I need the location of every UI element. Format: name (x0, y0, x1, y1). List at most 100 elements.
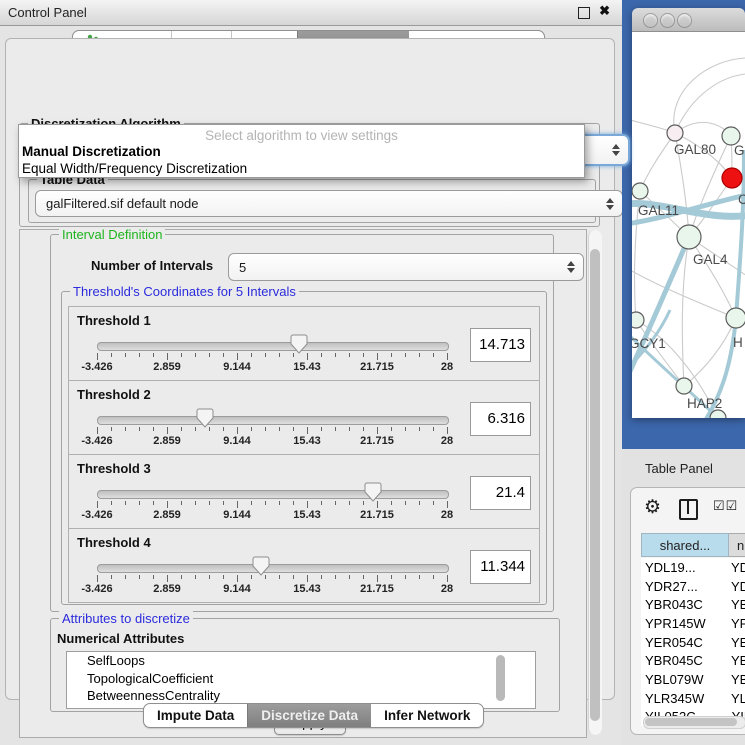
tick-mark (419, 501, 420, 505)
network-node-h[interactable] (726, 308, 745, 328)
threshold-value-field[interactable]: 14.713 (470, 328, 531, 362)
scale-label: -3.426 (81, 583, 112, 595)
tab-discretize-data[interactable]: Discretize Data (247, 704, 371, 727)
zoom-traffic-light[interactable] (677, 13, 692, 28)
table-row[interactable]: YDL19...YDL1... (641, 558, 745, 577)
dropdown-option-manual[interactable]: Manual Discretization (19, 144, 584, 161)
slider-ticks (97, 501, 447, 509)
table-row[interactable]: YPR145WYPR1... (641, 614, 745, 633)
cell-name: YDL1... (731, 560, 745, 575)
table-row[interactable]: YBR045CYBR0... (641, 651, 745, 670)
network-node-label: GAL11 (638, 203, 679, 218)
tick-mark (321, 353, 322, 357)
network-canvas[interactable]: GAL80GCGAL11GAL4HGCY1HAP2 (632, 32, 745, 418)
close-icon[interactable]: ✖ (599, 3, 610, 19)
dropdown-option-equal[interactable]: Equal Width/Frequency Discretization (19, 161, 584, 178)
table-row[interactable]: YLR345WYLR3... (641, 689, 745, 708)
tab-label: Infer Network (384, 708, 470, 723)
network-window-titlebar (632, 8, 745, 32)
checkboxes-icon[interactable]: ☑☑ (713, 498, 738, 514)
scale-label: 28 (441, 583, 453, 595)
table-hscrollbar-thumb[interactable] (645, 718, 737, 726)
split-columns-icon[interactable] (679, 499, 698, 520)
minimize-traffic-light[interactable] (660, 13, 675, 28)
network-node-gal4[interactable] (677, 225, 701, 249)
tick-mark (405, 501, 406, 505)
attribute-item[interactable]: SelfLoops (67, 652, 535, 670)
tick-mark (209, 353, 210, 357)
tick-mark (153, 575, 154, 579)
network-node-gal11[interactable] (632, 183, 648, 199)
slider-track[interactable] (97, 416, 449, 425)
threshold-label: Threshold 2 (77, 387, 151, 402)
column-header-1[interactable]: shared... (641, 533, 729, 557)
scale-label: -3.426 (81, 361, 112, 373)
attribute-item[interactable]: BetweennessCentrality (67, 687, 535, 705)
table-row[interactable]: YBL079WYBL0... (641, 670, 745, 689)
numerical-attributes-label: Numerical Attributes (57, 631, 184, 646)
viewport-scrollbar-thumb[interactable] (590, 249, 600, 721)
slider-track[interactable] (97, 342, 449, 351)
tick-mark (335, 575, 336, 579)
table-rows: YDL19...YDL1...YDR27...YDR2...YBR043CYBR… (641, 558, 745, 726)
slider-track[interactable] (97, 490, 449, 499)
threshold-4-box: Threshold 4-3.4262.8599.14415.4321.71528… (68, 528, 540, 603)
attribute-item[interactable]: TopologicalCoefficient (67, 670, 535, 688)
tick-mark (447, 353, 448, 360)
threshold-value-field[interactable]: 21.4 (470, 476, 531, 510)
table-row[interactable]: YDR27...YDR2... (641, 577, 745, 596)
slider-handle[interactable] (196, 408, 214, 428)
tab-impute-data[interactable]: Impute Data (144, 704, 247, 727)
scale-label: 15.43 (293, 361, 321, 373)
tick-mark (251, 353, 252, 357)
control-panel-titlebar: Control Panel ✖ (0, 0, 622, 26)
table-hscrollbar-track[interactable] (643, 716, 745, 729)
tick-mark (153, 353, 154, 357)
network-node-c[interactable] (722, 168, 742, 188)
column-header-2[interactable]: n... (729, 533, 745, 557)
network-graph[interactable]: GAL80GCGAL11GAL4HGCY1HAP2 (632, 32, 745, 418)
table-row[interactable]: YBR043CYBR0... (641, 595, 745, 614)
table-data-select[interactable]: galFiltered.sif default node (35, 190, 623, 217)
tick-mark (265, 353, 266, 357)
network-node-gcy1[interactable] (632, 312, 644, 328)
attributes-group-title: Attributes to discretize (59, 611, 193, 626)
tick-mark (307, 353, 308, 360)
cell-shared-name: YDL19... (641, 560, 731, 575)
slider-track[interactable] (97, 564, 449, 573)
network-node-hap2[interactable] (676, 378, 692, 394)
float-window-icon[interactable] (578, 7, 590, 19)
tick-mark (139, 427, 140, 431)
slider-handle[interactable] (252, 556, 270, 576)
gear-icon[interactable]: ⚙ (644, 496, 661, 519)
dropdown-placeholder: Select algorithm to view settings (19, 125, 584, 144)
table-row[interactable]: YER054CYER0... (641, 633, 745, 652)
threshold-value-field[interactable]: 6.316 (470, 402, 531, 436)
network-node-label: HAP2 (687, 396, 722, 411)
tick-mark (349, 353, 350, 357)
tick-mark (111, 353, 112, 357)
tab-infer-network[interactable]: Infer Network (371, 704, 483, 727)
tick-mark (279, 575, 280, 579)
network-node-gal80[interactable] (667, 125, 683, 141)
interval-definition-group: Interval Definition Number of Intervals … (50, 234, 554, 612)
slider-handle[interactable] (364, 482, 382, 502)
network-node-label: GAL4 (693, 252, 728, 267)
cell-shared-name: YLR345W (641, 691, 731, 706)
scale-label: 28 (441, 509, 453, 521)
number-of-intervals-select[interactable]: 5 (228, 253, 584, 281)
list-scrollbar[interactable] (496, 655, 505, 701)
table-data-group: Table Data galFiltered.sif default node (28, 179, 596, 223)
scale-label: 21.715 (360, 509, 394, 521)
scale-label: 21.715 (360, 435, 394, 447)
close-traffic-light[interactable] (643, 13, 658, 28)
slider-handle[interactable] (290, 334, 308, 354)
table-header-row: shared...n... (641, 533, 745, 557)
tick-mark (307, 427, 308, 434)
tick-mark (335, 427, 336, 431)
numerical-attributes-list[interactable]: SelfLoopsTopologicalCoefficientBetweenne… (66, 651, 536, 709)
threshold-value-field[interactable]: 11.344 (470, 550, 531, 584)
tick-mark (153, 427, 154, 431)
tick-mark (349, 501, 350, 505)
tick-mark (349, 427, 350, 431)
